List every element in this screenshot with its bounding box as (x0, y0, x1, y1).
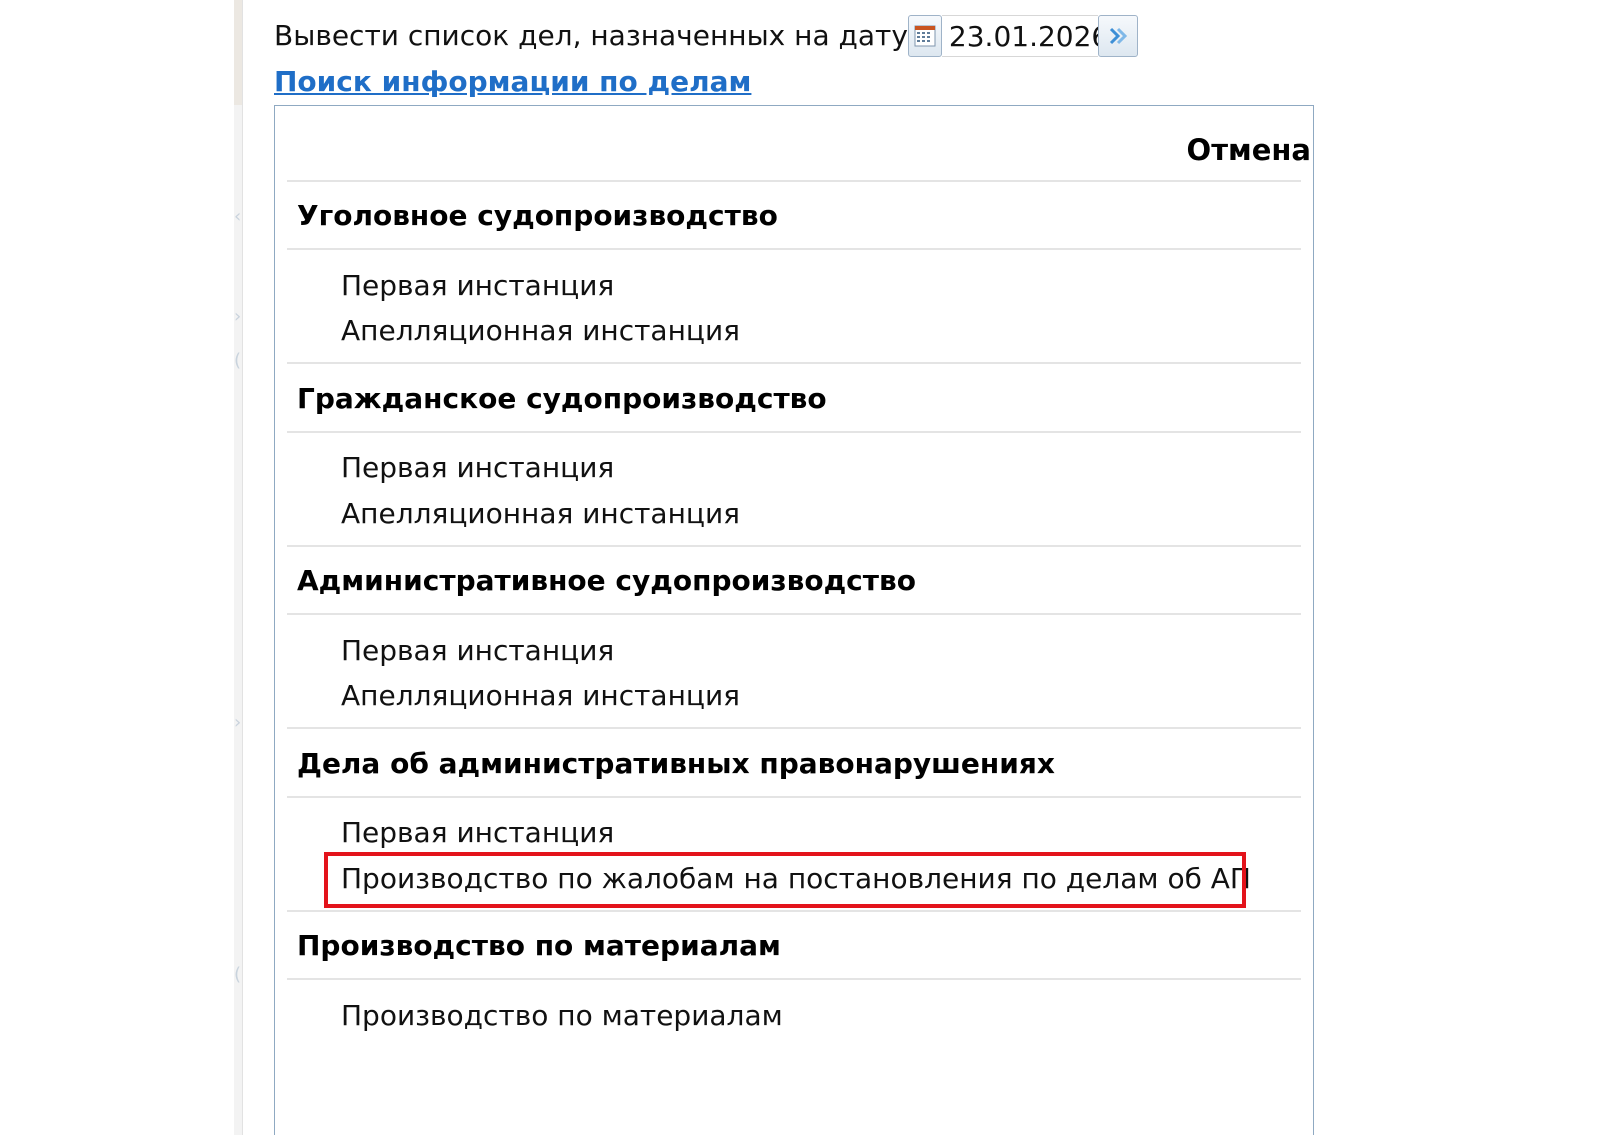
edge-glyph: › (234, 308, 240, 326)
edge-glyph: ( (234, 352, 240, 370)
menu-item-criminal-appeal[interactable]: Апелляционная инстанция (341, 309, 740, 353)
divider (287, 978, 1301, 980)
divider (287, 362, 1301, 364)
divider (287, 727, 1301, 729)
menu-item-criminal-first[interactable]: Первая инстанция (341, 264, 614, 308)
divider (287, 910, 1301, 912)
menu-item-admin-offenses-complaints[interactable]: Производство по жалобам на постановления… (341, 857, 1251, 901)
edge-glyph: › (234, 714, 240, 732)
divider (287, 613, 1301, 615)
left-edge-strip: ‹ › ( › ( (234, 0, 243, 1135)
menu-item-administrative-appeal[interactable]: Апелляционная инстанция (341, 674, 740, 718)
section-title-administrative: Административное судопроизводство (297, 564, 916, 597)
page: ‹ › ( › ( Вывести список дел, назначенны… (0, 0, 1600, 1135)
menu-item-admin-offenses-first[interactable]: Первая инстанция (341, 811, 614, 855)
section-title-criminal: Уголовное судопроизводство (297, 199, 778, 232)
date-input[interactable] (941, 15, 1098, 57)
edge-glyph: ( (234, 966, 240, 984)
case-type-dropdown: Отмена Уголовное судопроизводство Первая… (274, 105, 1314, 1135)
menu-item-civil-appeal[interactable]: Апелляционная инстанция (341, 492, 740, 536)
divider (287, 796, 1301, 798)
edge-glyph: ‹ (234, 208, 240, 226)
menu-item-civil-first[interactable]: Первая инстанция (341, 446, 614, 490)
date-filter-label: Вывести список дел, назначенных на дату (274, 19, 908, 52)
calendar-button[interactable] (907, 15, 942, 57)
section-title-materials: Производство по материалам (297, 929, 781, 962)
calendar-icon (914, 25, 936, 47)
left-edge-shade (234, 0, 242, 105)
section-title-civil: Гражданское судопроизводство (297, 382, 827, 415)
divider (287, 545, 1301, 547)
section-title-admin-offenses: Дела об административных правонарушениях (297, 747, 1055, 780)
show-list-button[interactable] (1097, 15, 1138, 57)
divider (287, 180, 1301, 182)
date-filter-row: Вывести список дел, назначенных на дату (274, 14, 1138, 58)
menu-item-materials[interactable]: Производство по материалам (341, 994, 783, 1038)
cancel-button[interactable]: Отмена (1187, 130, 1311, 170)
divider (287, 248, 1301, 250)
divider (287, 431, 1301, 433)
menu-item-administrative-first[interactable]: Первая инстанция (341, 629, 614, 673)
case-search-link[interactable]: Поиск информации по делам (274, 62, 751, 102)
double-chevron-right-icon (1109, 27, 1128, 45)
